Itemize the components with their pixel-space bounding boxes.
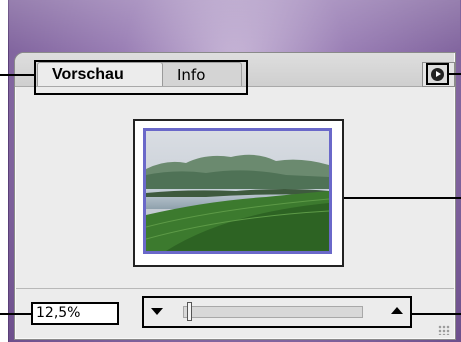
triangle-up-icon[interactable] (390, 303, 404, 317)
zoom-percentage-field[interactable]: 12,5% (31, 302, 119, 325)
panel-menu-button[interactable] (426, 63, 449, 85)
tab-vorschau-label: Vorschau (52, 65, 124, 83)
callout-line-preview (344, 197, 461, 199)
callout-line-zoom (0, 313, 31, 315)
window-frame-shine (8, 0, 460, 52)
tab-vorschau[interactable]: Vorschau (37, 62, 163, 86)
callout-line-menu (449, 73, 461, 75)
triangle-down-icon[interactable] (150, 305, 163, 318)
resize-grip-icon[interactable] (438, 325, 450, 335)
footer-divider (16, 288, 454, 289)
landscape-thumbnail (146, 131, 329, 251)
tab-info[interactable]: Info (150, 62, 242, 86)
tab-info-label: Info (177, 65, 206, 84)
flyout-menu-icon (431, 67, 444, 81)
zoom-slider-track[interactable] (183, 306, 363, 318)
zoom-slider-handle[interactable] (187, 302, 192, 321)
callout-line-slider (412, 313, 461, 315)
view-proxy-rectangle[interactable] (143, 128, 332, 254)
callout-line-tabs (0, 74, 34, 76)
